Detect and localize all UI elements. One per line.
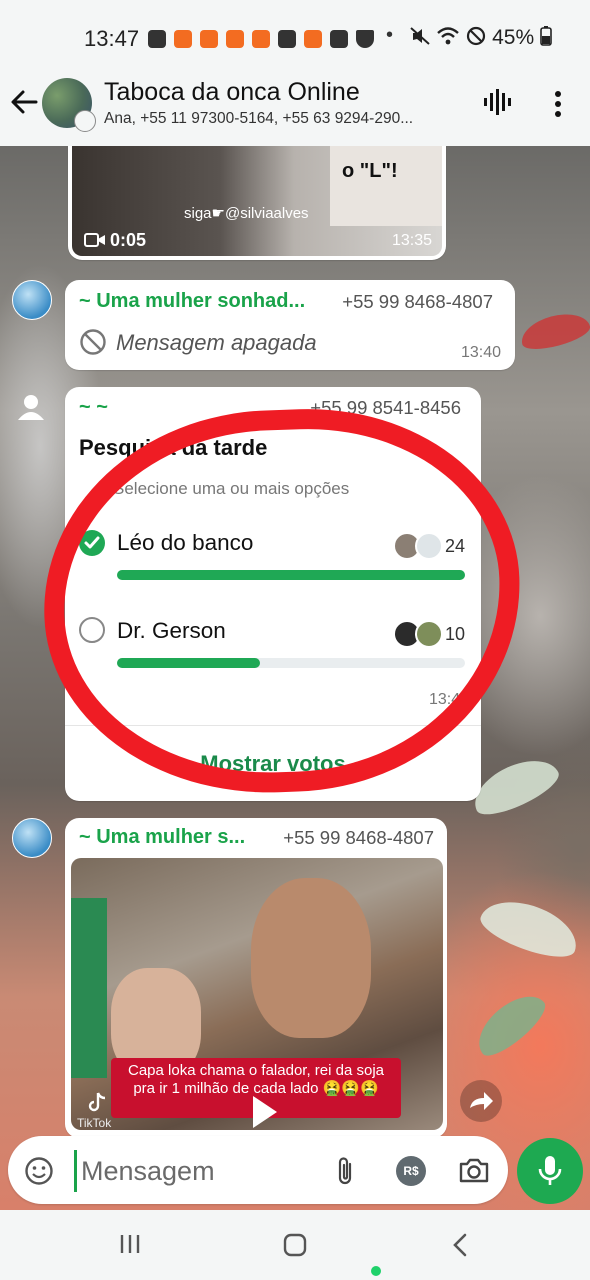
sign-text: o "L"! — [342, 160, 398, 182]
status-right: 45% — [409, 26, 552, 50]
camera-icon[interactable] — [458, 1156, 490, 1184]
group-avatar[interactable] — [42, 78, 96, 132]
payment-icon[interactable]: R$ — [396, 1156, 426, 1186]
voice-chat-icon[interactable] — [482, 88, 512, 116]
app-notification-icon — [174, 30, 192, 48]
gallery-icon — [148, 30, 166, 48]
message-time: 13:40 — [460, 344, 501, 361]
back-nav-icon[interactable] — [450, 1232, 470, 1258]
disappearing-messages-icon — [74, 110, 96, 132]
facebook-icon — [278, 30, 296, 48]
wifi-icon — [437, 27, 460, 45]
status-time: 13:47 — [84, 26, 140, 51]
person-icon — [18, 395, 44, 420]
shield-icon — [356, 30, 374, 48]
message-composer: R$ — [8, 1136, 508, 1204]
vpn-icon — [330, 30, 348, 48]
back-arrow-icon[interactable] — [10, 88, 38, 116]
mic-button[interactable] — [517, 1138, 583, 1204]
video-thumbnail[interactable]: o "L"! siga☛@silviaalves 0:05 13:35 — [72, 146, 442, 256]
deleted-message[interactable]: ~ Uma mulher sonhad... +55 99 8468-4807 … — [65, 280, 515, 370]
play-icon[interactable] — [249, 1094, 279, 1130]
message-time: 13:35 — [391, 232, 432, 249]
system-nav-bar — [0, 1210, 590, 1280]
group-title[interactable]: Taboca da onca Online — [104, 78, 360, 107]
tiktok-label: TikTok — [77, 1116, 112, 1130]
app-notification-icon — [252, 30, 270, 48]
video-message[interactable]: ~ Uma mulher s... +55 99 8468-4807 Capa … — [65, 818, 447, 1138]
video-message[interactable]: o "L"! siga☛@silviaalves 0:05 13:35 — [68, 146, 446, 260]
chat-header: Taboca da onca Online Ana, +55 11 97300-… — [0, 78, 590, 146]
sender-name[interactable]: ~ Uma mulher s... — [79, 826, 245, 849]
video-duration: 0:05 — [110, 230, 147, 250]
cartoon-area — [330, 146, 442, 226]
more-options-icon[interactable] — [548, 90, 568, 118]
app-notification-icon — [304, 30, 322, 48]
sender-phone: +55 99 8468-4807 — [283, 827, 434, 848]
mute-icon — [409, 27, 430, 45]
group-members[interactable]: Ana, +55 11 97300-5164, +55 63 9294-290.… — [104, 110, 464, 128]
wallpaper-leaf — [467, 984, 553, 1064]
video-camera-icon — [84, 233, 105, 247]
message-input[interactable] — [74, 1150, 323, 1192]
wallpaper-object — [517, 307, 590, 355]
deleted-text: Mensagem apagada — [116, 330, 317, 355]
battery-icon — [540, 26, 552, 46]
tiktok-icon — [88, 1092, 106, 1112]
deleted-icon — [80, 329, 106, 355]
do-not-disturb-icon — [467, 26, 486, 46]
more-notifications-icon: • — [386, 24, 394, 46]
green-chair — [71, 898, 107, 1078]
sender-avatar[interactable] — [12, 280, 52, 320]
video-watermark: siga☛@silviaalves — [184, 205, 309, 222]
mic-icon — [538, 1156, 562, 1185]
status-bar: 13:47 • 45% — [0, 0, 590, 78]
emoji-icon[interactable] — [24, 1156, 54, 1186]
nav-indicator-dot — [371, 1266, 381, 1276]
battery-percent: 45% — [492, 26, 535, 49]
sender-avatar[interactable] — [12, 818, 52, 858]
video-thumbnail[interactable]: Capa loka chama o falador, rei da soja p… — [71, 858, 443, 1130]
forward-icon — [470, 1092, 493, 1110]
person-face — [251, 878, 371, 1038]
app-notification-icon — [226, 30, 244, 48]
attach-icon[interactable] — [334, 1154, 356, 1188]
default-avatar[interactable] — [12, 388, 50, 426]
forward-button[interactable] — [460, 1080, 502, 1122]
home-icon[interactable] — [282, 1232, 308, 1258]
recent-apps-icon[interactable] — [118, 1232, 142, 1256]
wallpaper-leaf — [475, 890, 585, 966]
sender-name[interactable]: ~ ~ — [79, 396, 108, 419]
app-notification-icon — [200, 30, 218, 48]
sender-name[interactable]: ~ Uma mulher sonhad... — [79, 290, 305, 313]
sender-phone: +55 99 8468-4807 — [342, 291, 493, 312]
